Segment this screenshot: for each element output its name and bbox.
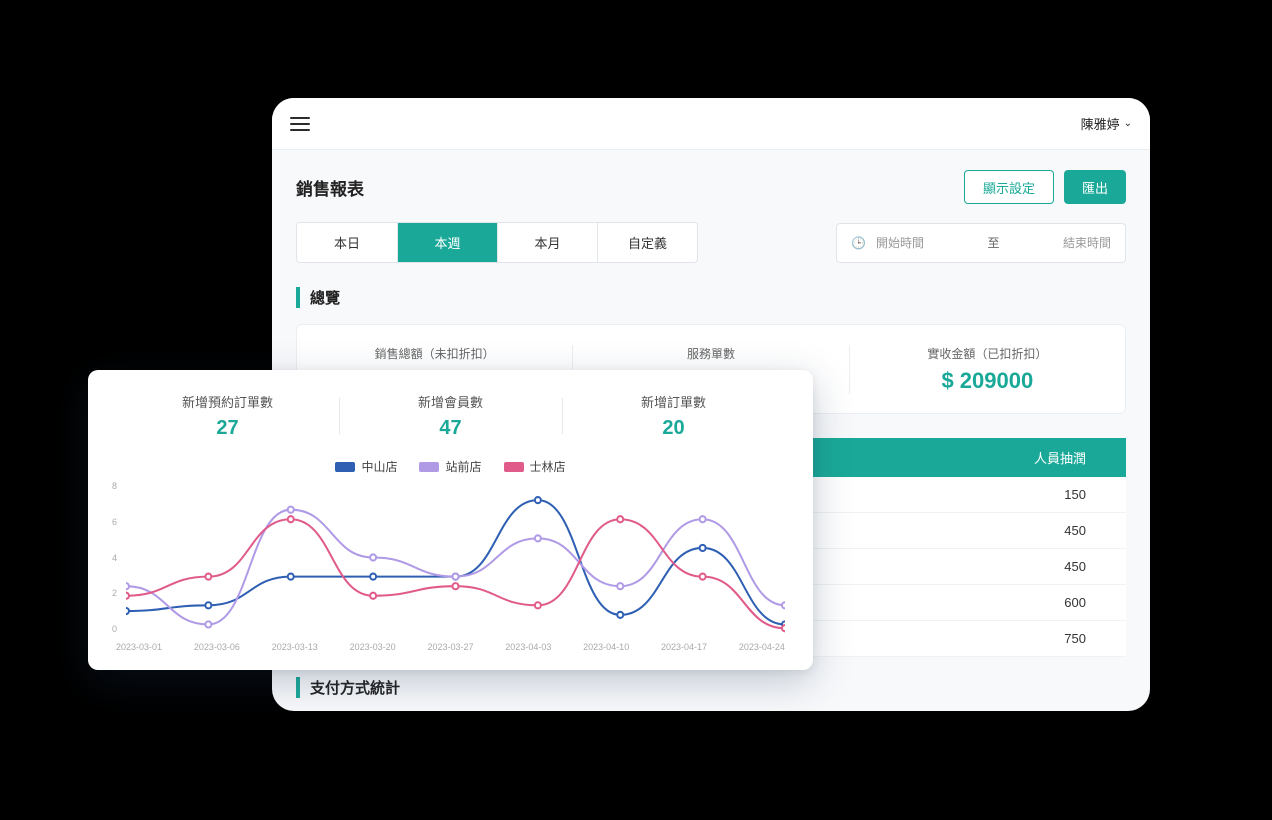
stat-value: 47 xyxy=(339,417,562,440)
stat-net: 實收金額（已扣折扣） $ 209000 xyxy=(849,345,1125,394)
legend-item: 站前店 xyxy=(419,458,481,475)
chart-legend: 中山店 站前店 士林店 xyxy=(116,458,785,475)
legend-swatch xyxy=(335,462,355,472)
end-date-placeholder: 結束時間 xyxy=(1063,234,1111,251)
legend-item: 中山店 xyxy=(335,458,397,475)
legend-swatch xyxy=(504,462,524,472)
export-button[interactable]: 匯出 xyxy=(1064,170,1126,204)
legend-label: 站前店 xyxy=(445,458,481,475)
overview-section-title: 總覽 xyxy=(296,287,1126,308)
payment-section-title: 支付方式統計 xyxy=(296,677,1126,698)
user-menu[interactable]: 陳雅婷 ⌄ xyxy=(1081,114,1132,133)
line-chart xyxy=(126,481,785,634)
tab-week[interactable]: 本週 xyxy=(397,223,497,262)
th-commission: 人員抽潤 xyxy=(761,438,1126,477)
stat-label: 新增訂單數 xyxy=(562,392,785,411)
tab-today[interactable]: 本日 xyxy=(297,223,397,262)
stat-value: 27 xyxy=(116,417,339,440)
x-axis: 2023-03-012023-03-062023-03-132023-03-20… xyxy=(116,642,785,652)
card-stat-orders: 新增訂單數 20 xyxy=(562,392,785,440)
period-tabs: 本日 本週 本月 自定義 xyxy=(296,222,698,263)
page-actions: 顯示設定 匯出 xyxy=(964,170,1126,204)
filter-row: 本日 本週 本月 自定義 🕒 開始時間 至 結束時間 xyxy=(296,222,1126,263)
stat-label: 新增會員數 xyxy=(339,392,562,411)
legend-label: 中山店 xyxy=(361,458,397,475)
stat-label: 新增預約訂單數 xyxy=(116,392,339,411)
legend-item: 士林店 xyxy=(504,458,566,475)
tab-custom[interactable]: 自定義 xyxy=(597,223,697,262)
card-stat-bookings: 新增預約訂單數 27 xyxy=(116,392,339,440)
user-name: 陳雅婷 xyxy=(1081,114,1120,133)
stat-label: 實收金額（已扣折扣） xyxy=(850,345,1125,362)
card-stat-members: 新增會員數 47 xyxy=(339,392,562,440)
stat-label: 銷售總額（未扣折扣） xyxy=(297,345,572,362)
start-date-placeholder: 開始時間 xyxy=(876,234,924,251)
date-separator: 至 xyxy=(987,234,999,251)
clock-icon: 🕒 xyxy=(851,236,866,250)
stat-label: 服務單數 xyxy=(573,345,848,362)
chevron-down-icon: ⌄ xyxy=(1124,118,1132,129)
chart-area: 86420 2023-03-012023-03-062023-03-132023… xyxy=(116,481,785,652)
page-header: 銷售報表 顯示設定 匯出 xyxy=(296,170,1126,204)
stat-value: $ 209000 xyxy=(850,368,1125,394)
stat-value: 20 xyxy=(562,417,785,440)
card-stats: 新增預約訂單數 27 新增會員數 47 新增訂單數 20 xyxy=(116,392,785,440)
display-settings-button[interactable]: 顯示設定 xyxy=(964,170,1054,204)
tab-month[interactable]: 本月 xyxy=(497,223,597,262)
menu-icon[interactable] xyxy=(290,117,310,131)
page-title: 銷售報表 xyxy=(296,175,364,200)
y-axis: 86420 xyxy=(112,481,117,634)
legend-swatch xyxy=(419,462,439,472)
date-range-picker[interactable]: 🕒 開始時間 至 結束時間 xyxy=(836,223,1126,263)
analytics-card: 新增預約訂單數 27 新增會員數 47 新增訂單數 20 中山店 站前店 士林店… xyxy=(88,370,813,670)
legend-label: 士林店 xyxy=(530,458,566,475)
topbar: 陳雅婷 ⌄ xyxy=(272,98,1150,150)
